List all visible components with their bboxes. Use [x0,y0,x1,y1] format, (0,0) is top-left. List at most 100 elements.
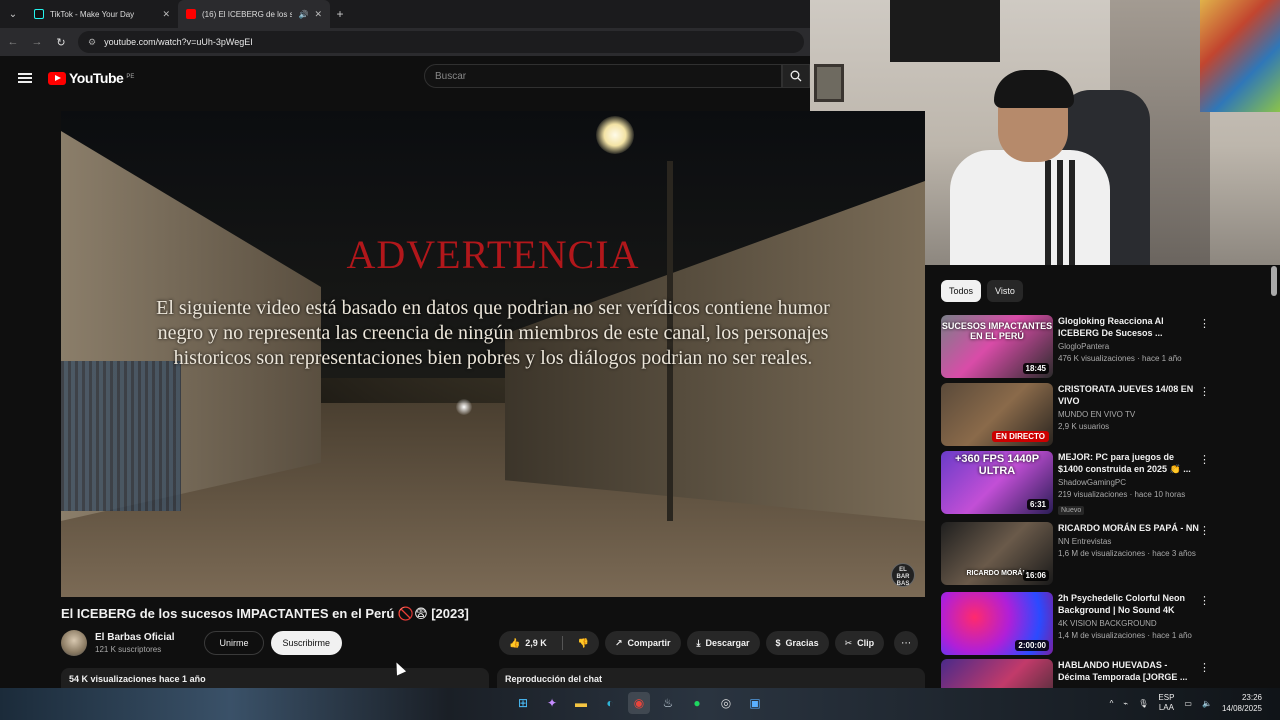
channel-row: El Barbas Oficial 121 K suscriptores Uni… [61,630,343,656]
more-options-icon[interactable]: ⋮ [1199,385,1210,398]
speaker-icon[interactable]: 🔊 [298,10,308,19]
recommendation-title[interactable]: Glogloking Reacciona Al ICEBERG De Suces… [1058,315,1200,339]
share-button[interactable]: ↗ Compartir [604,631,681,655]
recommendation-channel[interactable]: ShadowGamingPC [1058,478,1200,487]
menu-icon[interactable] [18,73,32,83]
new-badge: Nuevo [1058,506,1085,515]
recommendation-item[interactable]: +360 FPS 1440P ULTRA 6:31 MEJOR: PC para… [941,451,1211,515]
video-thumbnail[interactable]: RICARDO MORÁN 16:06 [941,522,1053,585]
picture-frame [814,64,844,102]
thanks-label: Gracias [785,638,819,648]
share-icon: ↗ [614,637,623,648]
tab-search-icon[interactable]: ⌄ [0,0,26,28]
back-icon[interactable]: ← [6,36,20,48]
reload-icon[interactable]: ↻ [54,36,68,49]
language-indicator[interactable]: ESP LAA [1158,693,1174,713]
chrome-icon[interactable]: ◉ [628,692,650,714]
recommendation-title[interactable]: 2h Psychedelic Colorful Neon Background … [1058,592,1200,616]
video-thumbnail[interactable]: 2:00:00 [941,592,1053,655]
youtube-logo[interactable]: YouTube PE [48,70,134,86]
edge-icon[interactable]: ◐ [599,692,621,714]
chip-todos[interactable]: Todos [941,280,982,302]
more-options-icon[interactable]: ⋮ [1199,453,1210,466]
country-code: PE [126,74,135,80]
windows-start-icon[interactable]: ⊞ [512,692,534,714]
volume-icon[interactable]: 🔈 [1202,699,1212,708]
video-duration: 16:06 [1022,570,1049,581]
video-gate [61,361,181,511]
recommendation-title[interactable]: MEJOR: PC para juegos de $1400 construid… [1058,451,1200,475]
address-bar[interactable]: ⚙ youtube.com/watch?v=uUh-3pWegEI [78,31,804,53]
recommendation-item[interactable]: HABLANDO HUEVADAS - Décima Temporada [JO… [941,659,1211,688]
recommendation-item[interactable]: SUCESOS IMPACTANTES EN EL PERÚ 18:45 Glo… [941,315,1211,379]
channel-watermark: EL BAR BAS [891,563,915,587]
recommendation-item[interactable]: EN DIRECTO CRISTORATA JUEVES 14/08 EN VI… [941,383,1211,447]
recommendation-info: MEJOR: PC para juegos de $1400 construid… [1058,451,1200,515]
recommendation-title[interactable]: HABLANDO HUEVADAS - Décima Temporada [JO… [1058,659,1200,683]
recommendation-title[interactable]: CRISTORATA JUEVES 14/08 EN VIVO [1058,383,1200,407]
more-options-icon[interactable]: ⋮ [1199,661,1210,674]
more-options-icon[interactable]: ⋮ [1199,317,1210,330]
join-button[interactable]: Unirme [204,631,264,655]
video-thumbnail[interactable]: +360 FPS 1440P ULTRA 6:31 [941,451,1053,514]
new-tab-button[interactable]: + [330,7,350,21]
recommendation-item[interactable]: 2:00:00 2h Psychedelic Colorful Neon Bac… [941,592,1211,656]
more-options-icon[interactable]: ⋮ [1199,524,1210,537]
wall-tv [890,0,1000,62]
video-thumbnail[interactable]: EN DIRECTO [941,383,1053,446]
network-icon[interactable]: ▭ [1184,699,1192,708]
channel-avatar[interactable] [61,630,87,656]
photos-icon[interactable]: ▣ [744,692,766,714]
download-button[interactable]: ⤓ Descargar [686,631,760,655]
clock[interactable]: 23:26 14/08/2025 [1222,692,1262,714]
more-options-icon[interactable]: ⋮ [1199,594,1210,607]
shirt-stripe [1069,160,1075,265]
browser-toolbar: ← → ↻ ⚙ youtube.com/watch?v=uUh-3pWegEI [0,28,810,56]
tab-youtube[interactable]: (16) El ICEBERG de los suce 🔊 ✕ [178,0,330,28]
search-input[interactable]: Buscar [424,64,782,88]
recommendation-channel[interactable]: NN Entrevistas [1058,537,1200,546]
channel-info: El Barbas Oficial 121 K suscriptores [95,632,174,654]
video-thumbnail[interactable]: SUCESOS IMPACTANTES EN EL PERÚ 18:45 [941,315,1053,378]
clock-date: 14/08/2025 [1221,704,1262,713]
copilot-icon[interactable]: ✦ [541,692,563,714]
recommendation-channel[interactable]: 4K VISION BACKGROUND [1058,619,1200,628]
sidebar-scrollbar[interactable] [1271,266,1277,296]
like-button[interactable]: 👍 2,9 K [499,631,557,655]
search-button[interactable] [782,64,810,88]
recommendation-title[interactable]: RICARDO MORÁN ES PAPÁ - NN [1058,522,1200,534]
recommendation-info: HABLANDO HUEVADAS - Décima Temporada [JO… [1058,659,1200,688]
search-icon [790,70,802,82]
spotify-icon[interactable]: ● [686,692,708,714]
recommendation-meta: 219 visualizaciones · hace 10 horas [1058,490,1186,499]
obs-icon[interactable]: ◎ [715,692,737,714]
tab-tiktok[interactable]: TikTok - Make Your Day ✕ [26,0,178,28]
file-explorer-icon[interactable]: ▬ [570,692,592,714]
video-thumbnail[interactable] [941,659,1053,688]
chip-visto[interactable]: Visto [987,280,1023,302]
wifi-off-icon[interactable]: ⌁ [1123,699,1128,708]
subscribe-button[interactable]: Suscribirme [270,631,343,655]
show-hidden-icons-icon[interactable]: ^ [1110,699,1114,708]
clip-button[interactable]: ✂ Clip [834,631,885,655]
recommendation-channel[interactable]: MUNDO EN VIVO TV [1058,410,1200,419]
recommendation-item[interactable]: RICARDO MORÁN 16:06 RICARDO MORÁN ES PAP… [941,522,1211,586]
video-actions: 👍 2,9 K 👎 ↗ Compartir ⤓ Descargar $ Grac… [499,631,919,655]
microphone-icon[interactable]: 🎙 [1138,699,1148,708]
recommendation-channel[interactable]: GlogloPantera [1058,342,1200,351]
steam-icon[interactable]: ♨ [657,692,679,714]
subscriber-count: 121 K suscriptores [95,645,162,654]
recommendation-meta: 1,4 M de visualizaciones · hace 1 año [1058,631,1192,640]
live-badge: EN DIRECTO [991,431,1049,442]
warning-text: El siguiente video está basado en datos … [156,297,830,369]
site-info-icon[interactable]: ⚙ [88,37,96,48]
close-tab-icon[interactable]: ✕ [162,9,170,20]
video-player[interactable]: ADVERTENCIA El siguiente video está basa… [61,111,925,597]
channel-name[interactable]: El Barbas Oficial [95,632,174,643]
recommendation-info: Glogloking Reacciona Al ICEBERG De Suces… [1058,315,1200,379]
close-tab-icon[interactable]: ✕ [314,9,322,20]
dislike-button[interactable]: 👎 [568,631,599,655]
more-actions-icon[interactable]: ⋯ [894,631,919,655]
forward-icon[interactable]: → [30,36,44,48]
thanks-button[interactable]: $ Gracias [765,631,829,655]
